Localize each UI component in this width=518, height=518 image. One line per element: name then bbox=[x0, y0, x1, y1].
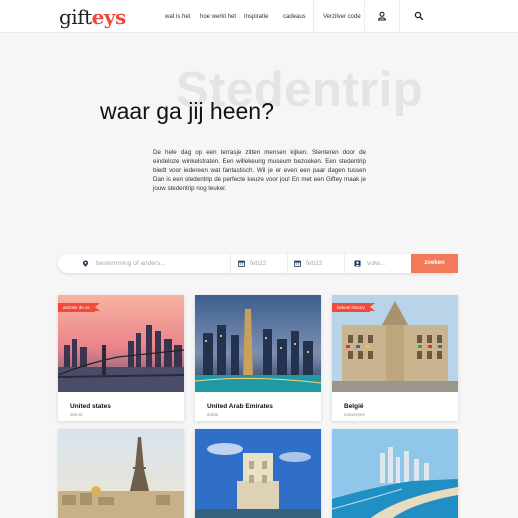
date-to-field[interactable]: feb23 bbox=[288, 254, 344, 273]
guests-field[interactable]: volw... bbox=[345, 254, 411, 273]
destination-placeholder: bestemming of anders... bbox=[96, 260, 166, 267]
card-image bbox=[58, 429, 184, 518]
card-title: United Arab Emirates bbox=[207, 403, 273, 410]
search-bar: bestemming of anders... feb22 feb23 volw… bbox=[58, 254, 458, 273]
nav-hoe-werkt-het[interactable]: hoe werkt het bbox=[200, 14, 236, 20]
card-subtitle: antwerpen bbox=[344, 412, 366, 417]
card-badge: ambiek de vs bbox=[58, 303, 99, 312]
hero-title: waar ga jij heen? bbox=[100, 98, 274, 124]
destination-field[interactable]: bestemming of anders... bbox=[58, 254, 230, 273]
card-title: United states bbox=[70, 403, 111, 410]
calendar-icon bbox=[294, 260, 301, 267]
location-pin-icon bbox=[82, 260, 89, 267]
card-title: België bbox=[344, 403, 364, 410]
guest-icon bbox=[354, 260, 361, 267]
card-badge: bekeel history bbox=[332, 303, 375, 312]
nav-wat-is-het[interactable]: wat is het bbox=[165, 14, 190, 20]
guests-value: volw... bbox=[367, 260, 386, 267]
destination-card[interactable] bbox=[58, 429, 184, 518]
destination-card[interactable]: bekeel history België antwerpen bbox=[332, 295, 458, 421]
card-subtitle: dubai bbox=[207, 412, 219, 417]
date-from-field[interactable]: feb22 bbox=[231, 254, 287, 273]
header-divider bbox=[313, 0, 314, 33]
logo-part-2: eys bbox=[91, 5, 127, 29]
site-header: gifteys wat is het hoe werkt het Inspira… bbox=[0, 0, 518, 33]
nav-inspiratie[interactable]: Inspiratie bbox=[244, 14, 268, 20]
card-image bbox=[195, 429, 321, 518]
destination-card[interactable] bbox=[332, 429, 458, 518]
nav-cadeaus[interactable]: cadeaus bbox=[283, 14, 306, 20]
calendar-icon bbox=[238, 260, 245, 267]
logo-part-1: gift bbox=[59, 5, 92, 29]
date-to-value: feb23 bbox=[306, 260, 323, 267]
verzilver-code-link[interactable]: Verzilver code bbox=[323, 14, 361, 20]
card-image bbox=[195, 295, 321, 392]
header-divider bbox=[399, 0, 400, 33]
search-icon[interactable] bbox=[414, 11, 424, 21]
destination-card[interactable]: ambiek de vs United states detroit bbox=[58, 295, 184, 421]
header-divider bbox=[364, 0, 365, 33]
user-icon[interactable] bbox=[377, 11, 387, 21]
hero-description: De hele dag op een terrasje zitten mense… bbox=[153, 149, 366, 192]
card-subtitle: detroit bbox=[70, 412, 83, 417]
destination-card[interactable]: United Arab Emirates dubai bbox=[195, 295, 321, 421]
card-image bbox=[332, 429, 458, 518]
logo[interactable]: gifteys bbox=[59, 6, 126, 28]
search-button[interactable]: zoeken bbox=[411, 254, 458, 273]
destination-card[interactable] bbox=[195, 429, 321, 518]
date-from-value: feb22 bbox=[250, 260, 267, 267]
